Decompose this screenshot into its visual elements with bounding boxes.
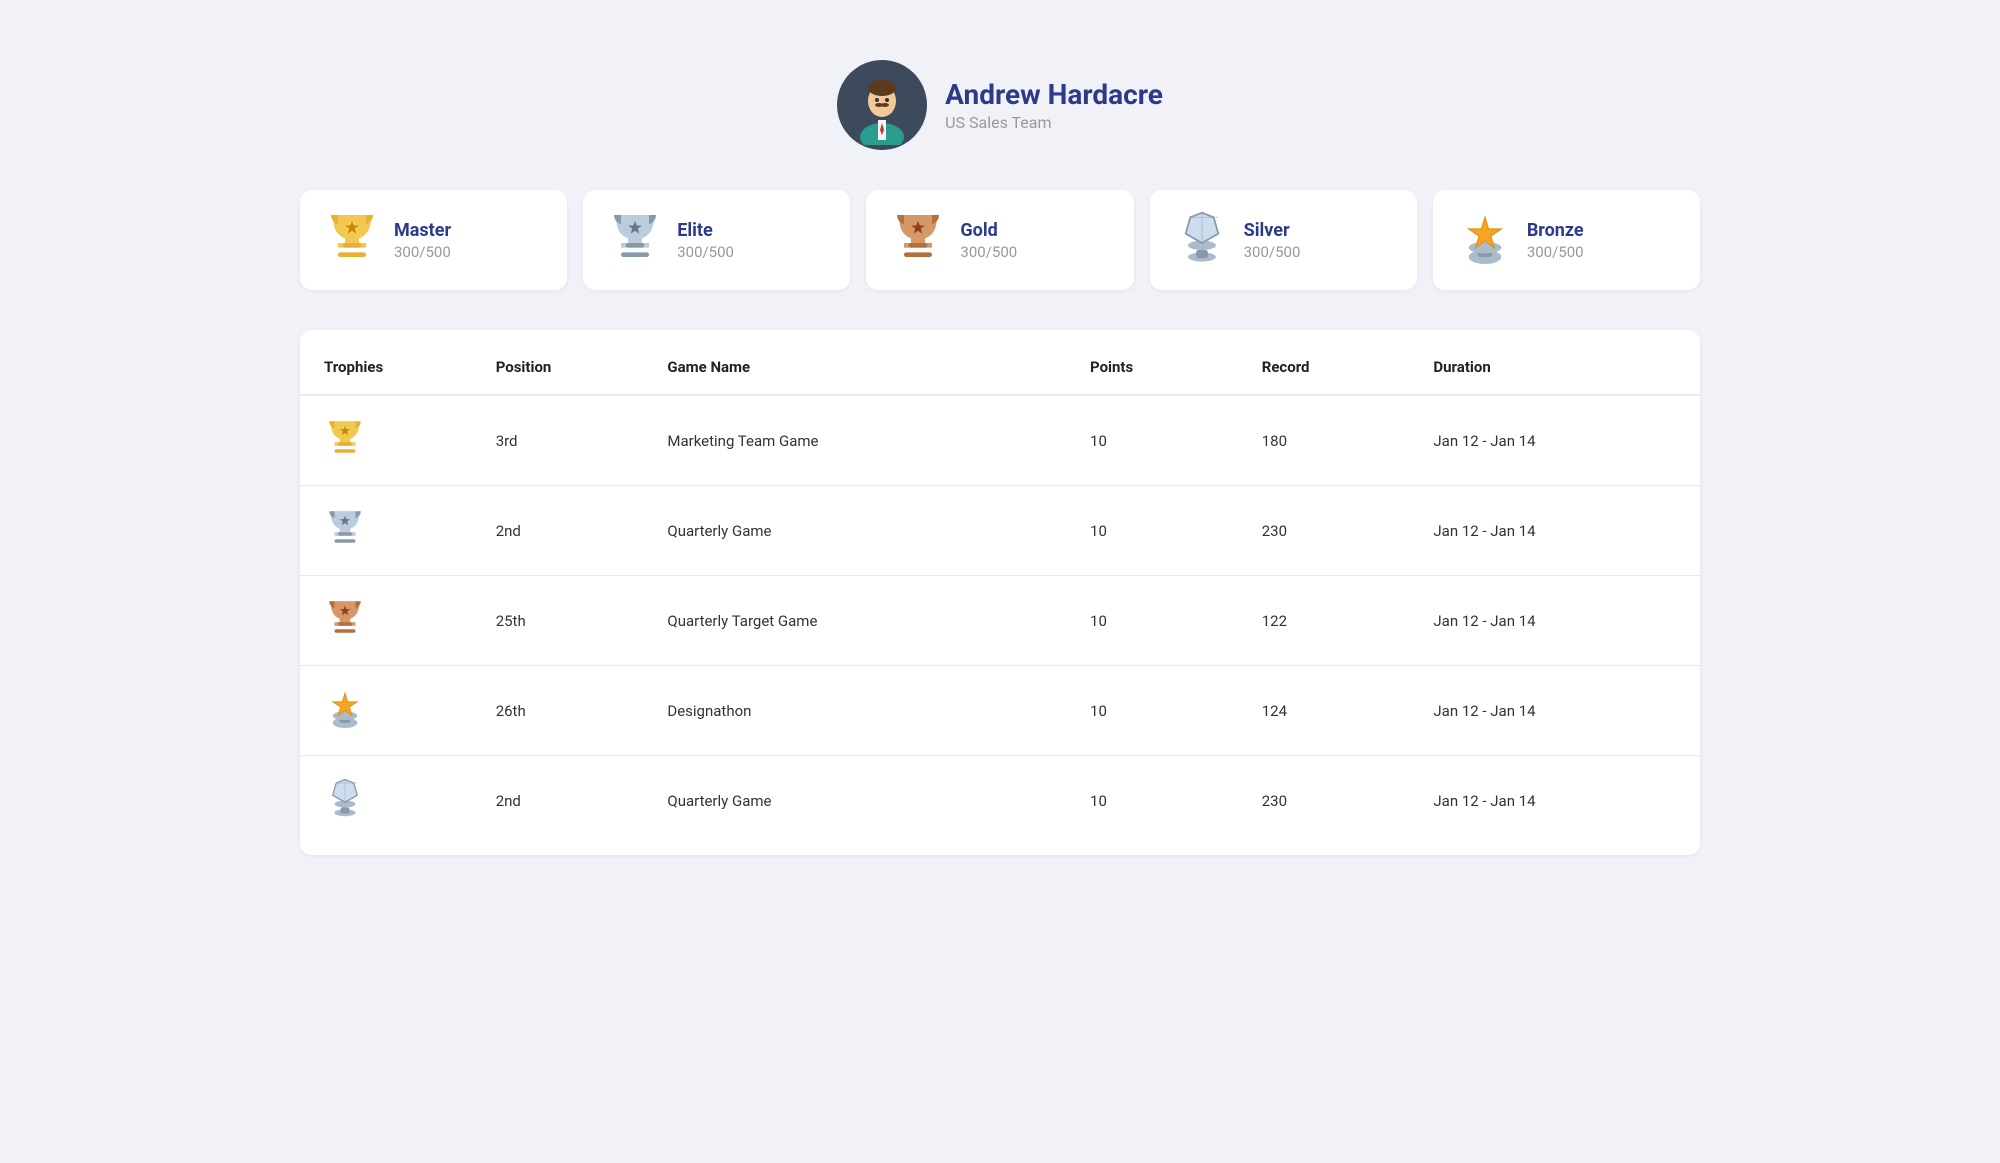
col-header-record: Record <box>1238 340 1410 395</box>
trophy-card-gold: Gold 300/500 <box>866 190 1133 290</box>
cell-game-0: Marketing Team Game <box>643 395 1066 486</box>
cell-duration-0: Jan 12 - Jan 14 <box>1409 395 1700 486</box>
trophy-card-label-master: Master <box>394 220 451 241</box>
profile-section: Andrew Hardacre US Sales Team <box>300 30 1700 170</box>
cell-record-2: 122 <box>1238 576 1410 666</box>
cell-game-4: Quarterly Game <box>643 756 1066 846</box>
trophy-card-score-master: 300/500 <box>394 243 451 261</box>
cell-duration-3: Jan 12 - Jan 14 <box>1409 666 1700 756</box>
trophy-card-icon-bronze <box>1457 208 1513 272</box>
cell-game-2: Quarterly Target Game <box>643 576 1066 666</box>
trophy-card-master: Master 300/500 <box>300 190 567 290</box>
row-trophy-icon-1 <box>324 514 366 558</box>
trophy-card-icon-gold <box>890 208 946 272</box>
trophy-card-icon-elite <box>607 208 663 272</box>
cell-trophy-3 <box>300 666 472 756</box>
cell-trophy-4 <box>300 756 472 846</box>
cell-duration-4: Jan 12 - Jan 14 <box>1409 756 1700 846</box>
trophy-card-info-elite: Elite 300/500 <box>677 220 734 261</box>
trophy-card-icon-master <box>324 208 380 272</box>
cell-duration-2: Jan 12 - Jan 14 <box>1409 576 1700 666</box>
cell-position-1: 2nd <box>472 486 644 576</box>
col-header-duration: Duration <box>1409 340 1700 395</box>
cell-record-1: 230 <box>1238 486 1410 576</box>
cell-game-3: Designathon <box>643 666 1066 756</box>
trophy-card-score-silver: 300/500 <box>1244 243 1301 261</box>
table-row: 25th Quarterly Target Game 10 122 Jan 12… <box>300 576 1700 666</box>
row-trophy-icon-3 <box>324 694 366 738</box>
table-row: 3rd Marketing Team Game 10 180 Jan 12 - … <box>300 395 1700 486</box>
cell-position-0: 3rd <box>472 395 644 486</box>
profile-info: Andrew Hardacre US Sales Team <box>945 78 1163 132</box>
profile-team: US Sales Team <box>945 113 1163 132</box>
col-header-points: Points <box>1066 340 1238 395</box>
trophy-card-info-gold: Gold 300/500 <box>960 220 1017 261</box>
trophy-card-info-bronze: Bronze 300/500 <box>1527 220 1584 261</box>
cell-points-3: 10 <box>1066 666 1238 756</box>
cell-duration-1: Jan 12 - Jan 14 <box>1409 486 1700 576</box>
trophy-card-score-bronze: 300/500 <box>1527 243 1584 261</box>
table-body: 3rd Marketing Team Game 10 180 Jan 12 - … <box>300 395 1700 845</box>
trophy-card-score-gold: 300/500 <box>960 243 1017 261</box>
trophy-card-label-bronze: Bronze <box>1527 220 1584 241</box>
trophy-card-score-elite: 300/500 <box>677 243 734 261</box>
page-container: Andrew Hardacre US Sales Team Master 300… <box>300 30 1700 855</box>
cell-game-1: Quarterly Game <box>643 486 1066 576</box>
cell-points-0: 10 <box>1066 395 1238 486</box>
row-trophy-icon-2 <box>324 604 366 648</box>
col-header-trophies: Trophies <box>300 340 472 395</box>
trophy-card-bronze: Bronze 300/500 <box>1433 190 1700 290</box>
trophy-card-label-silver: Silver <box>1244 220 1301 241</box>
cell-position-3: 26th <box>472 666 644 756</box>
col-header-game: Game Name <box>643 340 1066 395</box>
trophy-card-icon-silver <box>1174 208 1230 272</box>
cell-position-4: 2nd <box>472 756 644 846</box>
trophy-card-silver: Silver 300/500 <box>1150 190 1417 290</box>
avatar <box>837 60 927 150</box>
table-row: 26th Designathon 10 124 Jan 12 - Jan 14 <box>300 666 1700 756</box>
cell-points-4: 10 <box>1066 756 1238 846</box>
cell-position-2: 25th <box>472 576 644 666</box>
trophy-card-elite: Elite 300/500 <box>583 190 850 290</box>
cell-trophy-0 <box>300 395 472 486</box>
trophy-card-label-gold: Gold <box>960 220 1017 241</box>
trophy-card-info-master: Master 300/500 <box>394 220 451 261</box>
cell-points-2: 10 <box>1066 576 1238 666</box>
table-header-row: Trophies Position Game Name Points Recor… <box>300 340 1700 395</box>
cell-record-3: 124 <box>1238 666 1410 756</box>
trophy-card-info-silver: Silver 300/500 <box>1244 220 1301 261</box>
trophies-table: Trophies Position Game Name Points Recor… <box>300 340 1700 845</box>
profile-name: Andrew Hardacre <box>945 78 1163 111</box>
row-trophy-icon-4 <box>324 784 366 828</box>
table-row: 2nd Quarterly Game 10 230 Jan 12 - Jan 1… <box>300 486 1700 576</box>
cell-points-1: 10 <box>1066 486 1238 576</box>
cell-trophy-1 <box>300 486 472 576</box>
cell-trophy-2 <box>300 576 472 666</box>
cell-record-4: 230 <box>1238 756 1410 846</box>
row-trophy-icon-0 <box>324 424 366 468</box>
table-section: Trophies Position Game Name Points Recor… <box>300 330 1700 855</box>
col-header-position: Position <box>472 340 644 395</box>
trophy-cards: Master 300/500 Elite 300/500 Gol <box>300 170 1700 320</box>
table-row: 2nd Quarterly Game 10 230 Jan 12 - Jan 1… <box>300 756 1700 846</box>
trophy-card-label-elite: Elite <box>677 220 734 241</box>
cell-record-0: 180 <box>1238 395 1410 486</box>
